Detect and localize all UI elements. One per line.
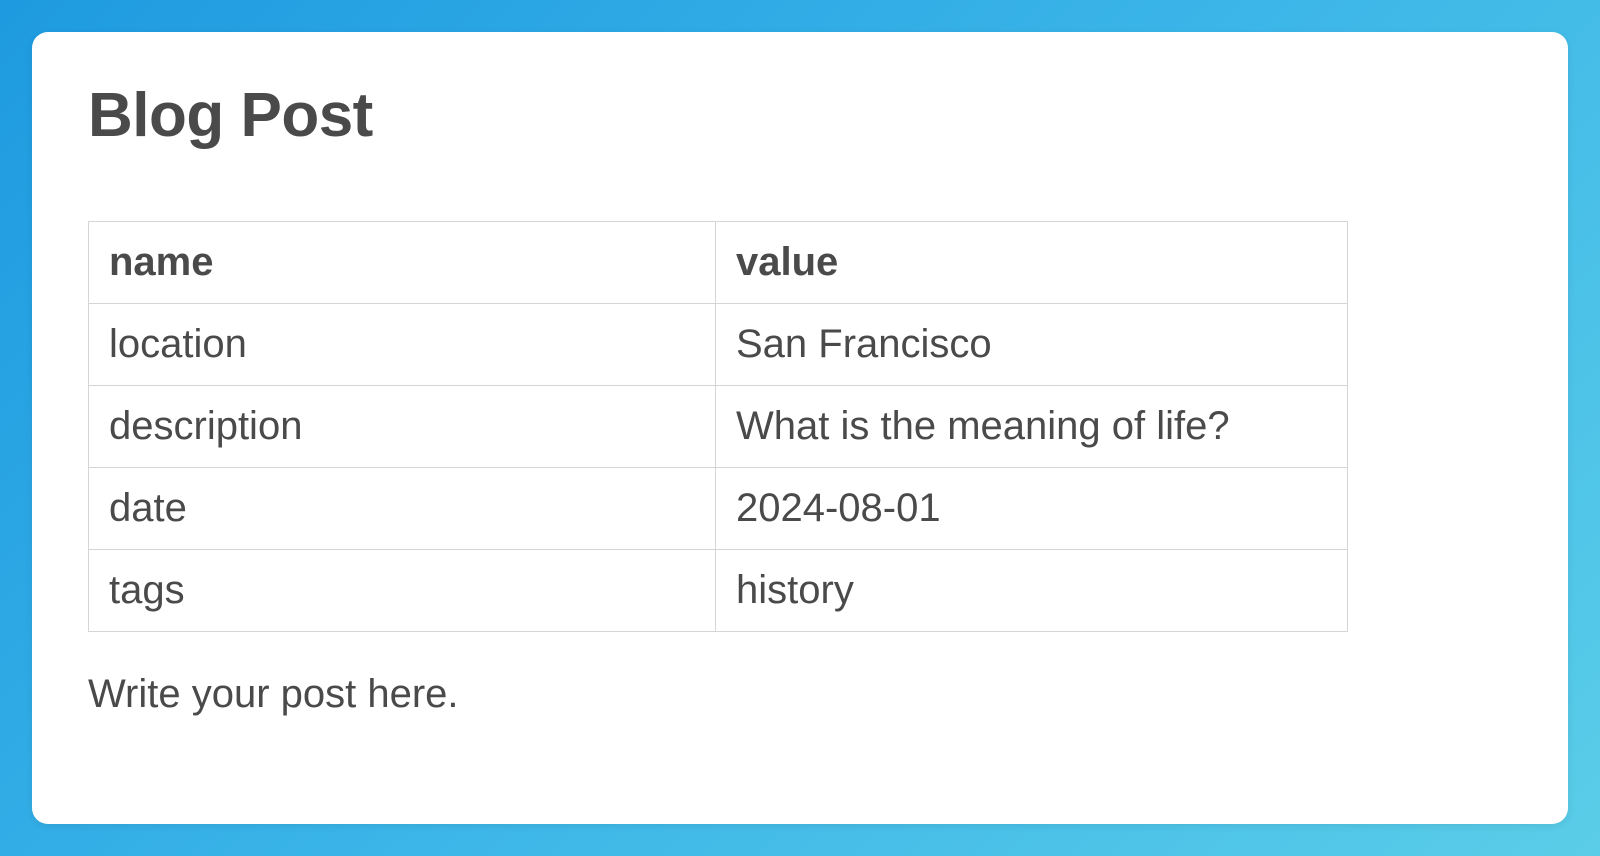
table-row: date 2024-08-01 — [89, 468, 1348, 550]
table-cell-name: date — [89, 468, 716, 550]
table-row: description What is the meaning of life? — [89, 386, 1348, 468]
table-cell-name: tags — [89, 550, 716, 632]
table-cell-value: 2024-08-01 — [716, 468, 1348, 550]
post-body-text: Write your post here. — [88, 672, 1512, 717]
table-cell-value: history — [716, 550, 1348, 632]
metadata-table: name value location San Francisco descri… — [88, 221, 1348, 632]
table-cell-name: location — [89, 304, 716, 386]
table-header-value: value — [716, 222, 1348, 304]
table-row: location San Francisco — [89, 304, 1348, 386]
table-cell-value: San Francisco — [716, 304, 1348, 386]
table-header-name: name — [89, 222, 716, 304]
page-title: Blog Post — [88, 80, 1512, 151]
table-cell-value: What is the meaning of life? — [716, 386, 1348, 468]
table-row: tags history — [89, 550, 1348, 632]
content-card: Blog Post name value location San Franci… — [32, 32, 1568, 824]
table-cell-name: description — [89, 386, 716, 468]
table-header-row: name value — [89, 222, 1348, 304]
